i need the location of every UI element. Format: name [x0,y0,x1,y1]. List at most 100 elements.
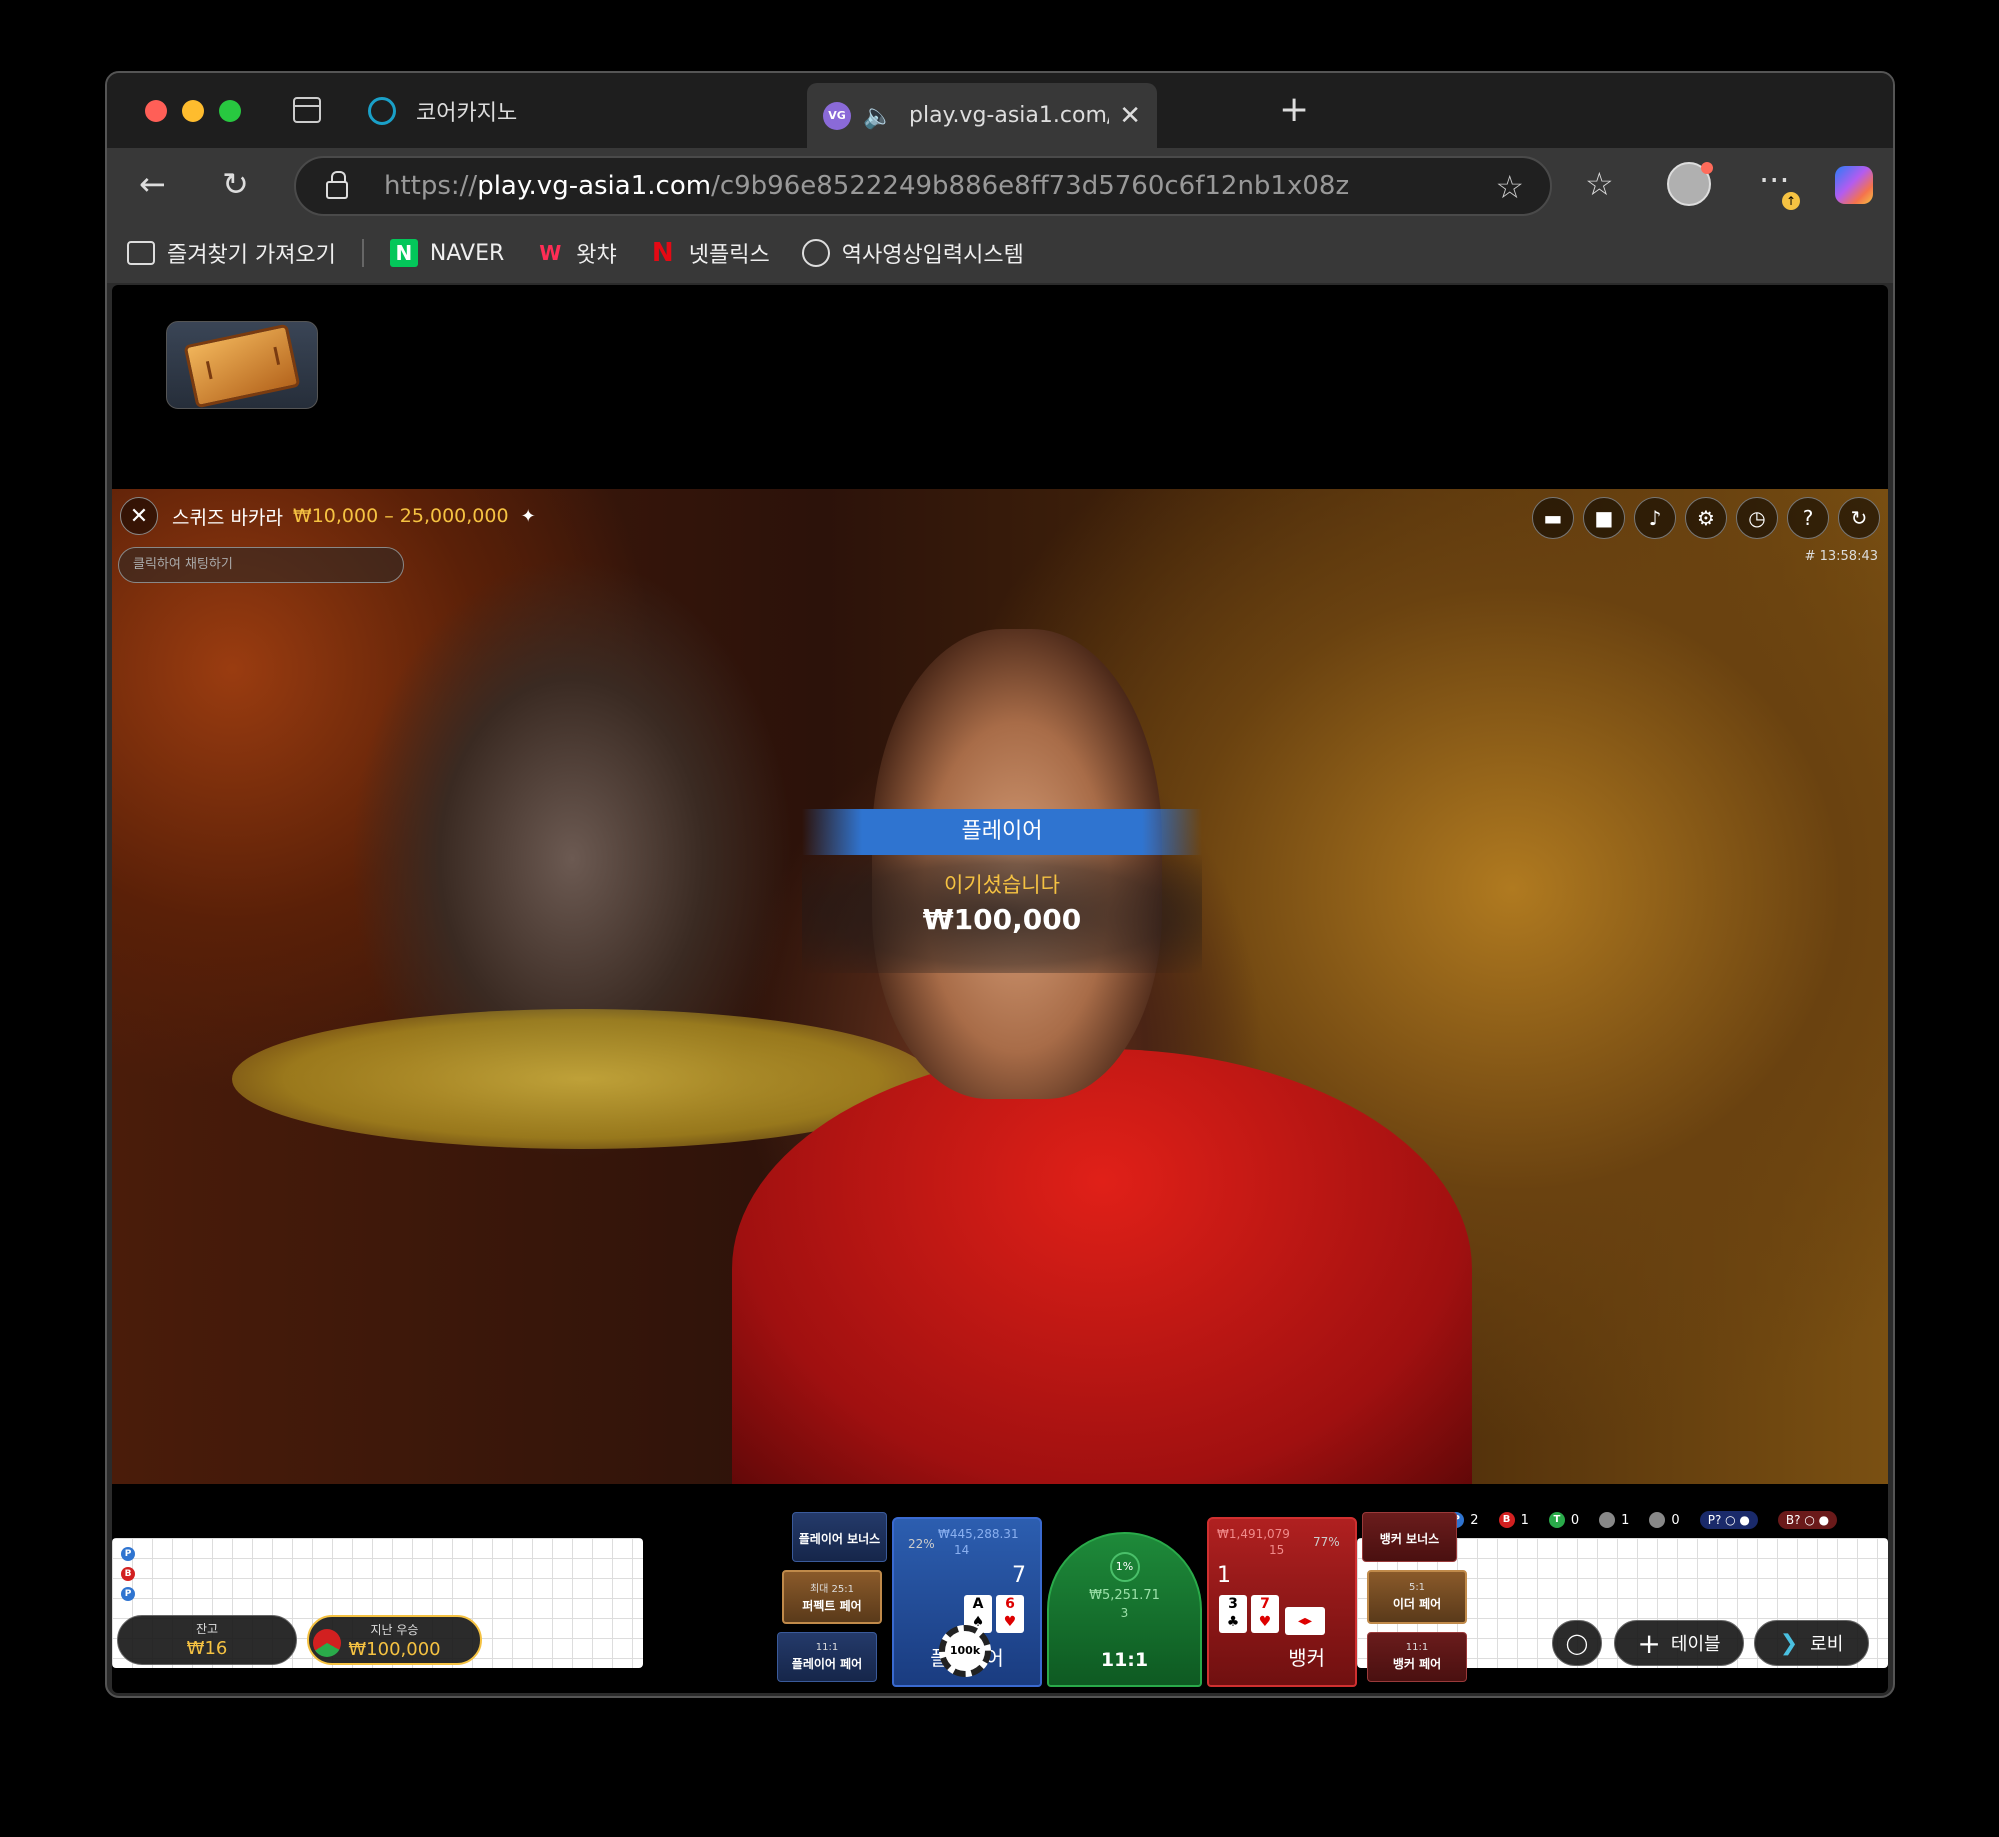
volume-icon[interactable]: ♪ [1634,497,1676,539]
maximize-window-button[interactable] [219,100,241,122]
betting-area: 플레이어 보너스 최대 25:1 퍼펙트 페어 11:1 플레이어 페어 ₩44… [667,1512,1467,1687]
naver-icon: N [389,239,418,267]
tab-vg-asia[interactable]: VG 🔈 play.vg-asia1.com/c9b96e ✕ [807,83,1157,148]
player-stake: ₩445,288.31 [938,1527,1019,1541]
bet-label: 뱅커 페어 [1392,1657,1442,1671]
bookmark-watcha[interactable]: W 왓챠 [536,237,617,269]
player-card: 6 ♥ [996,1595,1024,1633]
page-content: ✕ 스퀴즈 바카라 ₩10,000 – 25,000,000 ✦ 클릭하여 채팅… [112,285,1888,1693]
player-bettors: 14 [954,1543,970,1557]
tie-stake: ₩5,251.71 [1089,1588,1160,1603]
bet-odds: 11:1 [815,1642,839,1653]
player-predict-button[interactable]: P? ○ ● [1699,1511,1758,1529]
bet-label: 뱅커 보너스 [1379,1531,1440,1546]
video-icon[interactable]: ■ [1583,497,1625,539]
speaker-icon[interactable]: 🔈 [863,103,893,129]
avatar[interactable] [1667,162,1713,206]
bookmark-import[interactable]: 즐겨찾기 가져오기 [127,237,336,269]
banker-label: 뱅커 [1288,1646,1325,1670]
help-icon[interactable]: ? [1787,497,1829,539]
pin-icon[interactable]: ✦ [521,506,536,527]
globe-icon [801,239,830,267]
copilot-icon[interactable] [1835,166,1873,204]
live-video-stream: ✕ 스퀴즈 바카라 ₩10,000 – 25,000,000 ✦ 클릭하여 채팅… [112,489,1888,1484]
tab-favicon-icon: VG [823,101,851,130]
bookmark-naver[interactable]: N NAVER [389,239,505,267]
banker-bet-spot[interactable]: ₩1,491,079 77% 15 1 3 ♣ 7 ♥ ◂▸ 뱅커 [1207,1517,1357,1687]
minimize-window-button[interactable] [182,100,204,122]
treasure-chest-icon[interactable] [166,321,318,409]
winner-banner: 플레이어 [802,809,1202,855]
bet-label: 이더 페어 [1392,1597,1442,1611]
tab-favicon-icon [368,97,396,125]
bookmark-label: 즐겨찾기 가져오기 [167,243,336,268]
tab-close-icon[interactable]: ✕ [1119,101,1141,131]
player-bonus-spot[interactable]: 플레이어 보너스 [792,1512,887,1562]
tab-bar: 코어카지노 ✕ VG 🔈 play.vg-asia1.com/c9b96e ✕ … [107,73,1893,148]
lobby-icon: ❯ [1779,1630,1799,1656]
banker-stake: ₩1,491,079 [1217,1527,1290,1541]
lobby-button[interactable]: ❯ 로비 [1754,1620,1869,1666]
banker-bonus-spot[interactable]: 뱅커 보너스 [1362,1512,1457,1562]
bookmark-history-system[interactable]: 역사영상입력시스템 [801,237,1024,269]
tie-count: T0 [1548,1512,1579,1528]
chip-100k[interactable]: 100k [939,1625,991,1677]
close-icon[interactable]: ✕ [120,497,158,535]
win-result: 이기셨습니다 ₩100,000 [802,855,1202,973]
bookmark-netflix[interactable]: N 넷플릭스 [649,237,770,269]
url-text[interactable]: https://play.vg-asia1.com/c9b96e8522249b… [384,171,1349,201]
banker-card: 7 ♥ [1251,1595,1279,1633]
bookmarks-bar: 즐겨찾기 가져오기 N NAVER W 왓챠 N 넷플릭스 역사영상입력시스템 [107,223,1893,283]
new-tab-button[interactable]: + [1279,89,1309,130]
address-bar[interactable]: https://play.vg-asia1.com/c9b96e8522249b… [294,156,1552,216]
add-table-button[interactable]: + 테이블 [1614,1620,1744,1666]
bookmark-label: 역사영상입력시스템 [841,243,1024,268]
bet-odds: 11:1 [1405,1642,1429,1653]
player-pair-count: 1 [1599,1512,1629,1528]
back-arrow-icon[interactable]: ← [139,166,166,202]
favorites-icon[interactable]: ☆ [1585,166,1614,202]
banker-pair-count: 0 [1649,1512,1680,1528]
player-score: 7 [1012,1563,1026,1588]
refresh-icon[interactable]: ↻ [1838,497,1880,539]
chat-bubble-button[interactable]: ◯ [1552,1620,1602,1666]
bet-odds: 5:1 [1408,1582,1426,1593]
bet-label: 플레이어 보너스 [798,1531,881,1546]
win-amount: ₩100,000 [922,903,1082,936]
tie-percent: 1% [1109,1552,1140,1582]
reload-icon[interactable]: ↻ [222,166,249,202]
perfect-pair-spot[interactable]: 최대 25:1 퍼펙트 페어 [782,1570,882,1624]
star-icon[interactable]: ☆ [1495,168,1524,206]
banker-card-squeezed: ◂▸ [1285,1607,1325,1635]
divider [361,239,364,267]
bookmark-label: 왓챠 [576,243,617,268]
balance-value: ₩16 [186,1638,228,1659]
chat-icon[interactable]: ▬ [1532,497,1574,539]
lobby-label: 로비 [1810,1634,1844,1655]
tab-title: 코어카지노 [416,101,518,126]
history-icon[interactable]: ◷ [1736,497,1778,539]
player-pair-spot[interactable]: 11:1 플레이어 페어 [777,1632,877,1682]
close-window-button[interactable] [145,100,167,122]
sidebar-toggle-icon[interactable] [293,97,321,123]
balance-label: 잔고 [195,1622,219,1636]
browser-window: 코어카지노 ✕ VG 🔈 play.vg-asia1.com/c9b96e ✕ … [105,71,1895,1698]
tie-bet-spot[interactable]: 1% ₩5,251.71 3 11:1 [1047,1532,1202,1687]
player-bet-spot[interactable]: ₩445,288.31 22% 14 7 A♠ 6♥ 플레이어 100k [892,1517,1042,1687]
banker-predict-button[interactable]: B? ○ ● [1777,1511,1838,1529]
dealer-figure [732,1049,1472,1484]
game-controls: ▬ ■ ♪ ⚙ ◷ ? ↻ [1523,497,1880,539]
netflix-icon: N [651,238,674,268]
banker-pair-spot[interactable]: 11:1 뱅커 페어 [1367,1632,1467,1682]
settings-gear-icon[interactable]: ⚙ [1685,497,1727,539]
chat-input[interactable]: 클릭하여 채팅하기 [118,547,404,583]
bookmark-label: NAVER [429,240,505,266]
player-percent: 22% [908,1537,935,1551]
bet-odds: 최대 25:1 [809,1584,855,1595]
banker-percent: 77% [1313,1535,1340,1549]
lock-icon[interactable] [326,171,348,199]
banker-card: 3 ♣ [1219,1595,1247,1633]
watcha-icon: W [539,241,562,265]
last-win-display: 지난 우승 ₩100,000 [307,1615,482,1665]
either-pair-spot[interactable]: 5:1 이더 페어 [1367,1570,1467,1624]
